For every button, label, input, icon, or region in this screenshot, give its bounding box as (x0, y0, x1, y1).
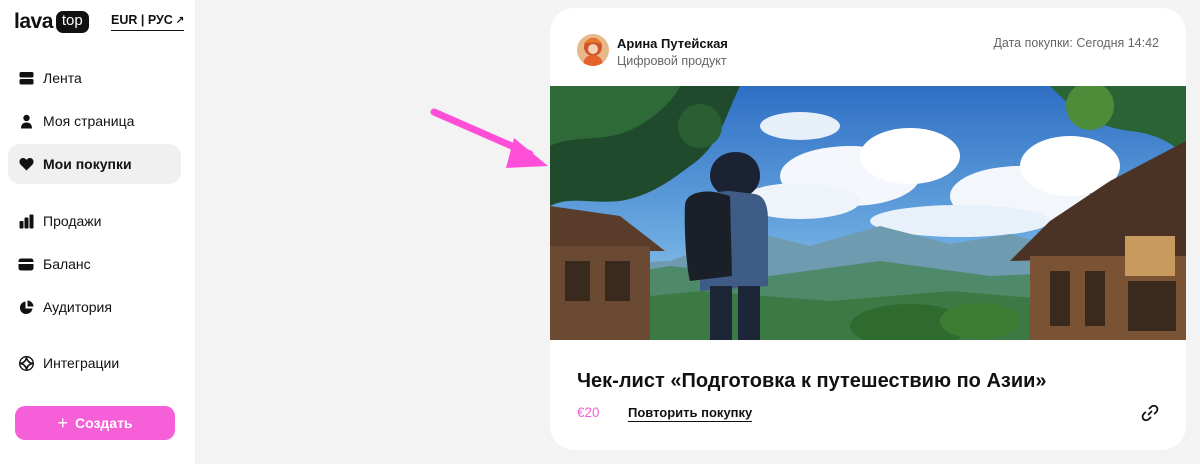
product-type: Цифровой продукт (617, 54, 727, 68)
sidebar-item-feed[interactable]: Лента (8, 58, 181, 98)
sidebar-item-my-purchases[interactable]: Мои покупки (8, 144, 181, 184)
sidebar-item-sales[interactable]: Продажи (8, 201, 181, 241)
user-icon (18, 113, 34, 129)
sidebar-item-label: Баланс (43, 256, 91, 272)
product-price: €20 (577, 405, 600, 420)
integrations-icon (18, 355, 34, 371)
create-button-label: Создать (74, 415, 133, 431)
logo-wordmark: lava (14, 10, 53, 33)
feed-icon (18, 70, 34, 86)
bar-chart-icon (18, 213, 34, 229)
sidebar-item-label: Продажи (43, 213, 102, 229)
purchase-card[interactable]: Арина Путейская Цифровой продукт Дата по… (550, 8, 1186, 450)
logo-badge: top (55, 11, 89, 33)
product-cover-image[interactable] (550, 86, 1186, 340)
card-icon (18, 256, 34, 272)
product-title[interactable]: Чек-лист «Подготовка к путешествию по Аз… (577, 370, 1047, 393)
sidebar-item-label: Аудитория (43, 299, 112, 315)
sidebar-item-label: Лента (43, 70, 82, 86)
sidebar-item-integrations[interactable]: Интеграции (8, 343, 181, 383)
plus-icon: + (57, 413, 68, 433)
seller-avatar[interactable] (577, 34, 609, 66)
language-currency-label: EUR | РУС (111, 13, 173, 27)
logo[interactable]: lava top (14, 10, 89, 34)
sidebar-item-label: Моя страница (43, 113, 135, 129)
link-icon[interactable] (1141, 404, 1159, 422)
language-currency-switcher[interactable]: EUR | РУС ↗ (111, 13, 185, 31)
sidebar-item-my-page[interactable]: Моя страница (8, 101, 181, 141)
external-arrow-icon: ↗ (175, 14, 185, 26)
repeat-purchase-link[interactable]: Повторить покупку (628, 405, 753, 422)
create-button[interactable]: + Создать (15, 406, 175, 440)
purchase-date: Дата покупки: Сегодня 14:42 (993, 36, 1159, 50)
heart-icon (18, 156, 34, 172)
annotation-arrow (430, 108, 548, 168)
pie-chart-icon (18, 299, 34, 315)
sidebar: lava top EUR | РУС ↗ Лента Моя страница … (0, 0, 195, 464)
seller-name[interactable]: Арина Путейская (617, 36, 728, 51)
sidebar-item-label: Мои покупки (43, 156, 132, 172)
sidebar-item-label: Интеграции (43, 355, 120, 371)
sidebar-item-balance[interactable]: Баланс (8, 244, 181, 284)
sidebar-item-audience[interactable]: Аудитория (8, 287, 181, 327)
